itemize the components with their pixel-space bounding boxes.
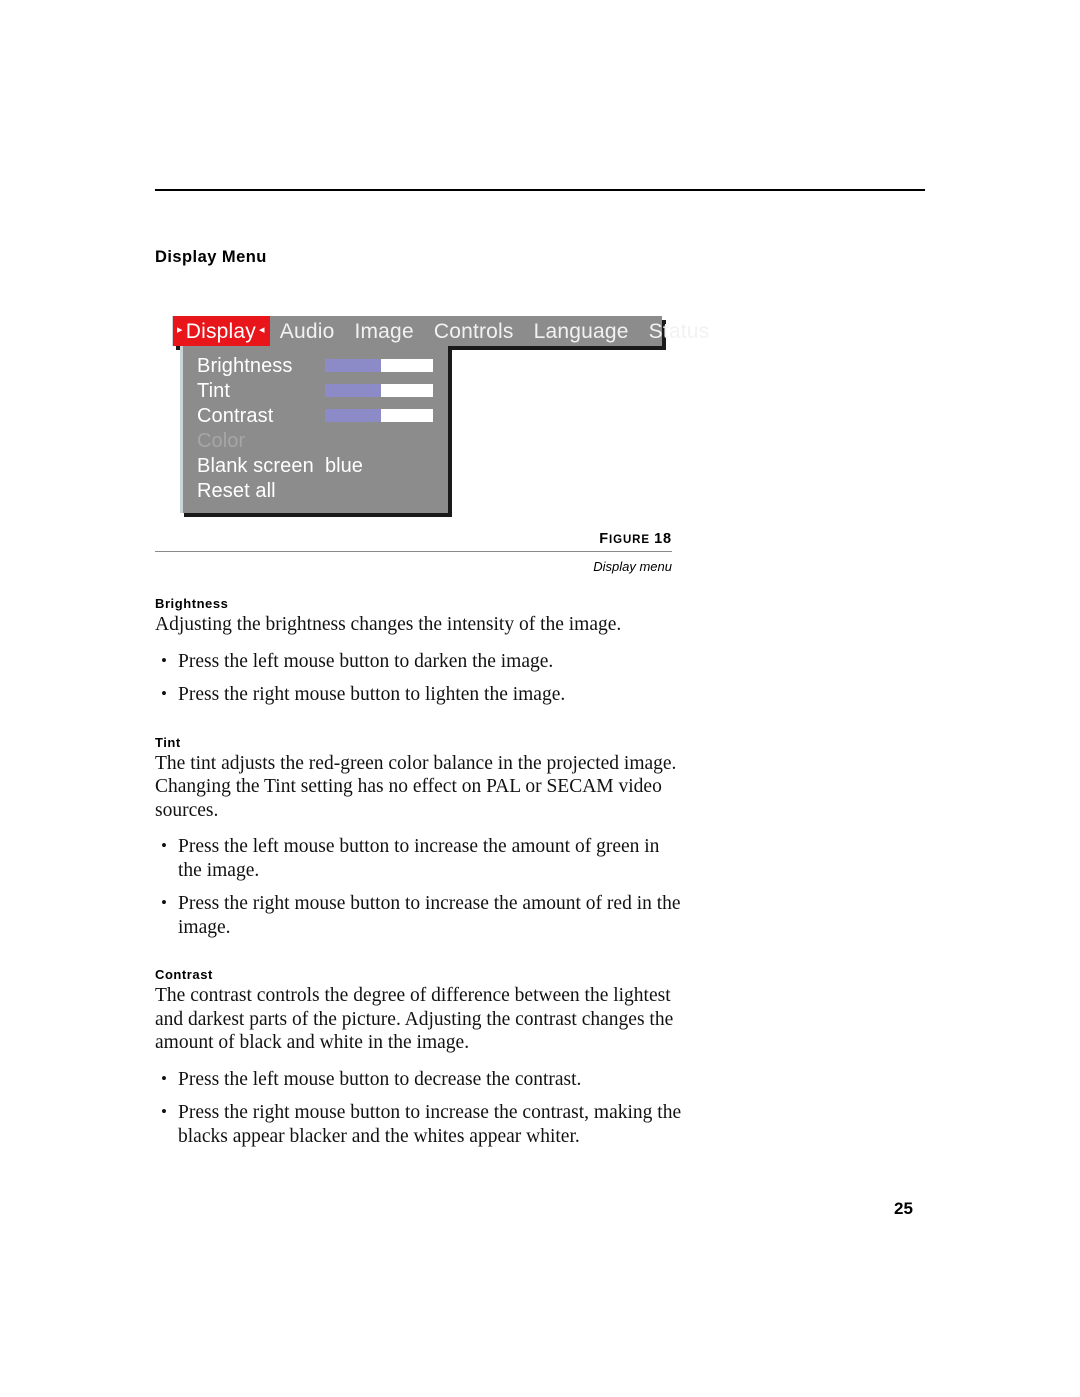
osd-tab-audio[interactable]: Audio <box>270 316 345 346</box>
osd-slider-fill <box>325 409 382 422</box>
osd-menu-item-label: Blank screen <box>197 454 314 477</box>
osd-tab-label: Image <box>354 319 414 343</box>
figure-rule <box>155 551 672 552</box>
list-item: Press the right mouse button to increase… <box>155 891 685 939</box>
osd-display-dropdown: Brightness Tint Contrast Color Blank screen b… <box>180 346 448 513</box>
osd-slider-fill <box>325 384 382 397</box>
osd-tab-label: Controls <box>433 319 514 343</box>
osd-tab-controls[interactable]: Controls <box>424 316 524 346</box>
section-paragraph: The tint adjusts the red-green color bal… <box>155 752 677 821</box>
osd-tab-label: Display <box>185 319 256 343</box>
section-heading-tint: Tint <box>155 734 181 750</box>
osd-tab-label: Language <box>533 319 629 343</box>
osd-menu-item-color: Color <box>183 428 448 453</box>
osd-tab-language[interactable]: Language <box>524 316 639 346</box>
osd-slider-fill <box>325 359 382 372</box>
figure-label-f: F <box>599 531 610 547</box>
figure-number: 18 <box>654 531 672 547</box>
osd-menu-item-value: blue <box>325 454 363 477</box>
section-heading-contrast: Contrast <box>155 967 213 982</box>
section-bullet-list: Press the left mouse button to darken th… <box>155 649 685 707</box>
section-paragraph: Adjusting the brightness changes the int… <box>155 614 622 635</box>
osd-menu-item-label: Brightness <box>197 354 293 377</box>
osd-tab-display[interactable]: ▸ Display ◂ <box>172 316 270 346</box>
list-item: Press the right mouse button to lighten … <box>155 682 685 707</box>
osd-tab-status[interactable]: Status <box>639 316 720 346</box>
osd-slider-contrast[interactable] <box>325 409 433 422</box>
header-rule <box>155 189 925 191</box>
page-number: 25 <box>894 1199 913 1218</box>
osd-menu-item-brightness[interactable]: Brightness <box>183 353 448 378</box>
osd-tab-label: Audio <box>279 319 335 343</box>
osd-menu-item-tint[interactable]: Tint <box>183 378 448 403</box>
section-bullet-list: Press the left mouse button to increase … <box>155 834 685 939</box>
figure-caption: Display menu <box>593 559 672 574</box>
osd-menu-item-reset-all[interactable]: Reset all <box>183 478 448 503</box>
selection-arrow-right-icon: ▸ <box>177 323 183 336</box>
figure-label-word: IGURE <box>609 534 650 546</box>
osd-slider-tint[interactable] <box>325 384 433 397</box>
osd-menu-item-label: Reset all <box>197 479 276 502</box>
list-item: Press the left mouse button to darken th… <box>155 649 685 674</box>
osd-menu-item-label: Contrast <box>197 404 274 427</box>
osd-tab-image[interactable]: Image <box>344 316 423 346</box>
page-title: Display Menu <box>155 248 267 266</box>
osd-menu-bar: ▸ Display ◂ Audio Image Controls Language Statu… <box>172 316 709 346</box>
section-paragraph: The contrast controls the degree of diff… <box>155 985 674 1053</box>
section-heading-brightness: Brightness <box>155 596 229 611</box>
osd-menu-item-contrast[interactable]: Contrast <box>183 403 448 428</box>
osd-slider-brightness[interactable] <box>325 359 433 372</box>
osd-menu-item-label: Color <box>197 429 246 452</box>
list-item: Press the left mouse button to increase … <box>155 834 685 882</box>
osd-menu-item-label: Tint <box>197 379 230 402</box>
osd-menu-figure: ▸ Display ◂ Audio Image Controls Language Statu… <box>172 316 709 513</box>
list-item: Press the right mouse button to increase… <box>155 1100 685 1148</box>
osd-tab-label: Status <box>648 319 710 343</box>
body-content: Brightness Adjusting the brightness chang… <box>155 596 685 1148</box>
list-item: Press the left mouse button to decrease … <box>155 1067 685 1092</box>
document-page: Display Menu ▸ Display ◂ Audio Image Controls… <box>0 0 1080 1397</box>
section-bullet-list: Press the left mouse button to decrease … <box>155 1067 685 1149</box>
figure-label: FIGURE 18 <box>599 531 672 547</box>
osd-menu-item-blank-screen[interactable]: Blank screen blue <box>183 453 448 478</box>
selection-arrow-left-icon: ◂ <box>259 323 265 336</box>
